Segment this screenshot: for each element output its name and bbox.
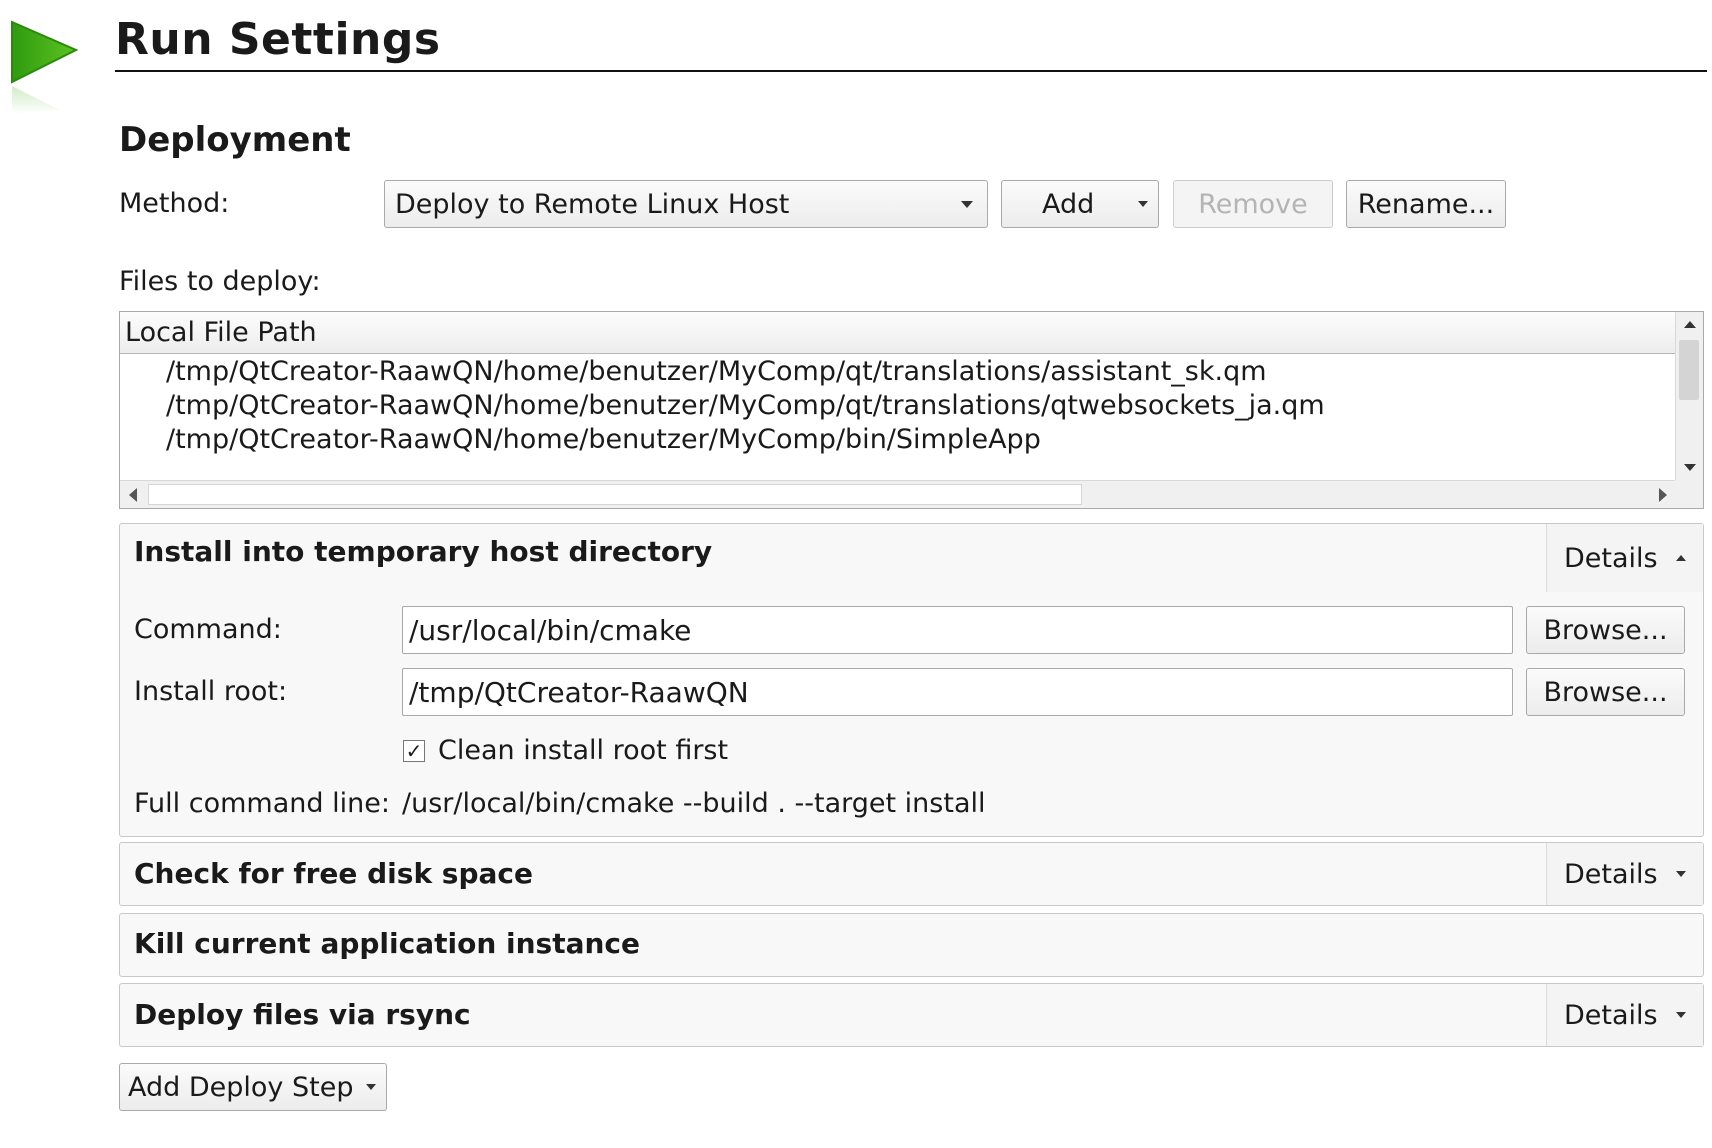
browse-install-root-button[interactable]: Browse... — [1526, 668, 1685, 716]
section-title-deployment: Deployment — [119, 120, 351, 160]
remove-method-label: Remove — [1198, 188, 1308, 220]
browse-install-root-label: Browse... — [1543, 676, 1668, 708]
details-toggle-install[interactable]: Details — [1546, 524, 1703, 592]
deploy-step-disk-space: Check for free disk space Details — [119, 842, 1704, 906]
run-icon — [11, 20, 78, 114]
vertical-scrollbar[interactable] — [1675, 312, 1703, 480]
step-title-rsync: Deploy files via rsync — [134, 998, 471, 1031]
scroll-down-icon[interactable] — [1684, 464, 1696, 471]
deploy-step-kill-app: Kill current application instance — [119, 913, 1704, 977]
details-label: Details — [1564, 999, 1658, 1031]
rename-method-label: Rename... — [1357, 188, 1495, 220]
scroll-up-icon[interactable] — [1684, 321, 1696, 328]
scroll-left-icon[interactable] — [128, 488, 138, 502]
remove-method-button[interactable]: Remove — [1173, 180, 1333, 228]
details-label: Details — [1564, 858, 1658, 890]
horizontal-scrollbar-thumb[interactable] — [148, 484, 1082, 505]
chevron-down-icon — [1676, 1012, 1686, 1018]
method-combobox[interactable]: Deploy to Remote Linux Host — [384, 180, 988, 228]
install-root-label: Install root: — [134, 676, 288, 707]
files-to-deploy-label: Files to deploy: — [119, 266, 321, 297]
page-title: Run Settings — [115, 14, 441, 65]
title-divider — [115, 70, 1707, 72]
deploy-step-install: Install into temporary host directory De… — [119, 523, 1704, 837]
clean-install-root-checkbox[interactable]: ✓ — [403, 740, 425, 762]
add-method-label: Add — [1042, 188, 1095, 220]
scroll-right-icon[interactable] — [1658, 488, 1668, 502]
clean-install-root-label[interactable]: Clean install root first — [438, 733, 728, 769]
command-label: Command: — [134, 614, 282, 645]
horizontal-scrollbar[interactable] — [120, 480, 1676, 508]
chevron-down-icon — [961, 201, 973, 208]
full-command-value: /usr/local/bin/cmake --build . --target … — [402, 788, 986, 819]
chevron-up-icon — [1676, 555, 1686, 561]
method-combobox-value: Deploy to Remote Linux Host — [395, 188, 790, 220]
chevron-down-icon — [1138, 201, 1148, 207]
install-root-field-value: /tmp/QtCreator-RaawQN — [409, 675, 749, 709]
step-title-disk-space: Check for free disk space — [134, 857, 533, 890]
full-command-label: Full command line: — [134, 788, 390, 819]
scrollbar-corner — [1675, 480, 1703, 508]
add-method-button[interactable]: Add — [1001, 180, 1159, 228]
deploy-step-rsync: Deploy files via rsync Details — [119, 983, 1704, 1047]
table-row[interactable]: /tmp/QtCreator-RaawQN/home/benutzer/MyCo… — [166, 389, 1325, 423]
install-root-field[interactable]: /tmp/QtCreator-RaawQN — [402, 668, 1513, 716]
add-deploy-step-button[interactable]: Add Deploy Step — [119, 1063, 387, 1111]
step-title-install: Install into temporary host directory — [134, 535, 713, 568]
command-field-value: /usr/local/bin/cmake — [409, 613, 692, 647]
method-label: Method: — [119, 188, 230, 219]
table-row[interactable]: /tmp/QtCreator-RaawQN/home/benutzer/MyCo… — [166, 355, 1267, 389]
add-deploy-step-label: Add Deploy Step — [128, 1071, 354, 1103]
browse-command-button[interactable]: Browse... — [1526, 606, 1685, 654]
files-to-deploy-table[interactable]: Local File Path /tmp/QtCreator-RaawQN/ho… — [119, 311, 1704, 509]
browse-command-label: Browse... — [1543, 614, 1668, 646]
command-field[interactable]: /usr/local/bin/cmake — [402, 606, 1513, 654]
table-row[interactable]: /tmp/QtCreator-RaawQN/home/benutzer/MyCo… — [166, 423, 1041, 457]
step-title-kill-app: Kill current application instance — [134, 927, 641, 960]
chevron-down-icon — [1676, 871, 1686, 877]
details-toggle-disk-space[interactable]: Details — [1546, 843, 1703, 905]
details-toggle-rsync[interactable]: Details — [1546, 984, 1703, 1046]
rename-method-button[interactable]: Rename... — [1346, 180, 1506, 228]
chevron-down-icon — [366, 1084, 376, 1090]
column-header-local-file-path[interactable]: Local File Path — [120, 312, 1676, 354]
details-label: Details — [1564, 542, 1658, 574]
vertical-scrollbar-thumb[interactable] — [1679, 340, 1699, 400]
